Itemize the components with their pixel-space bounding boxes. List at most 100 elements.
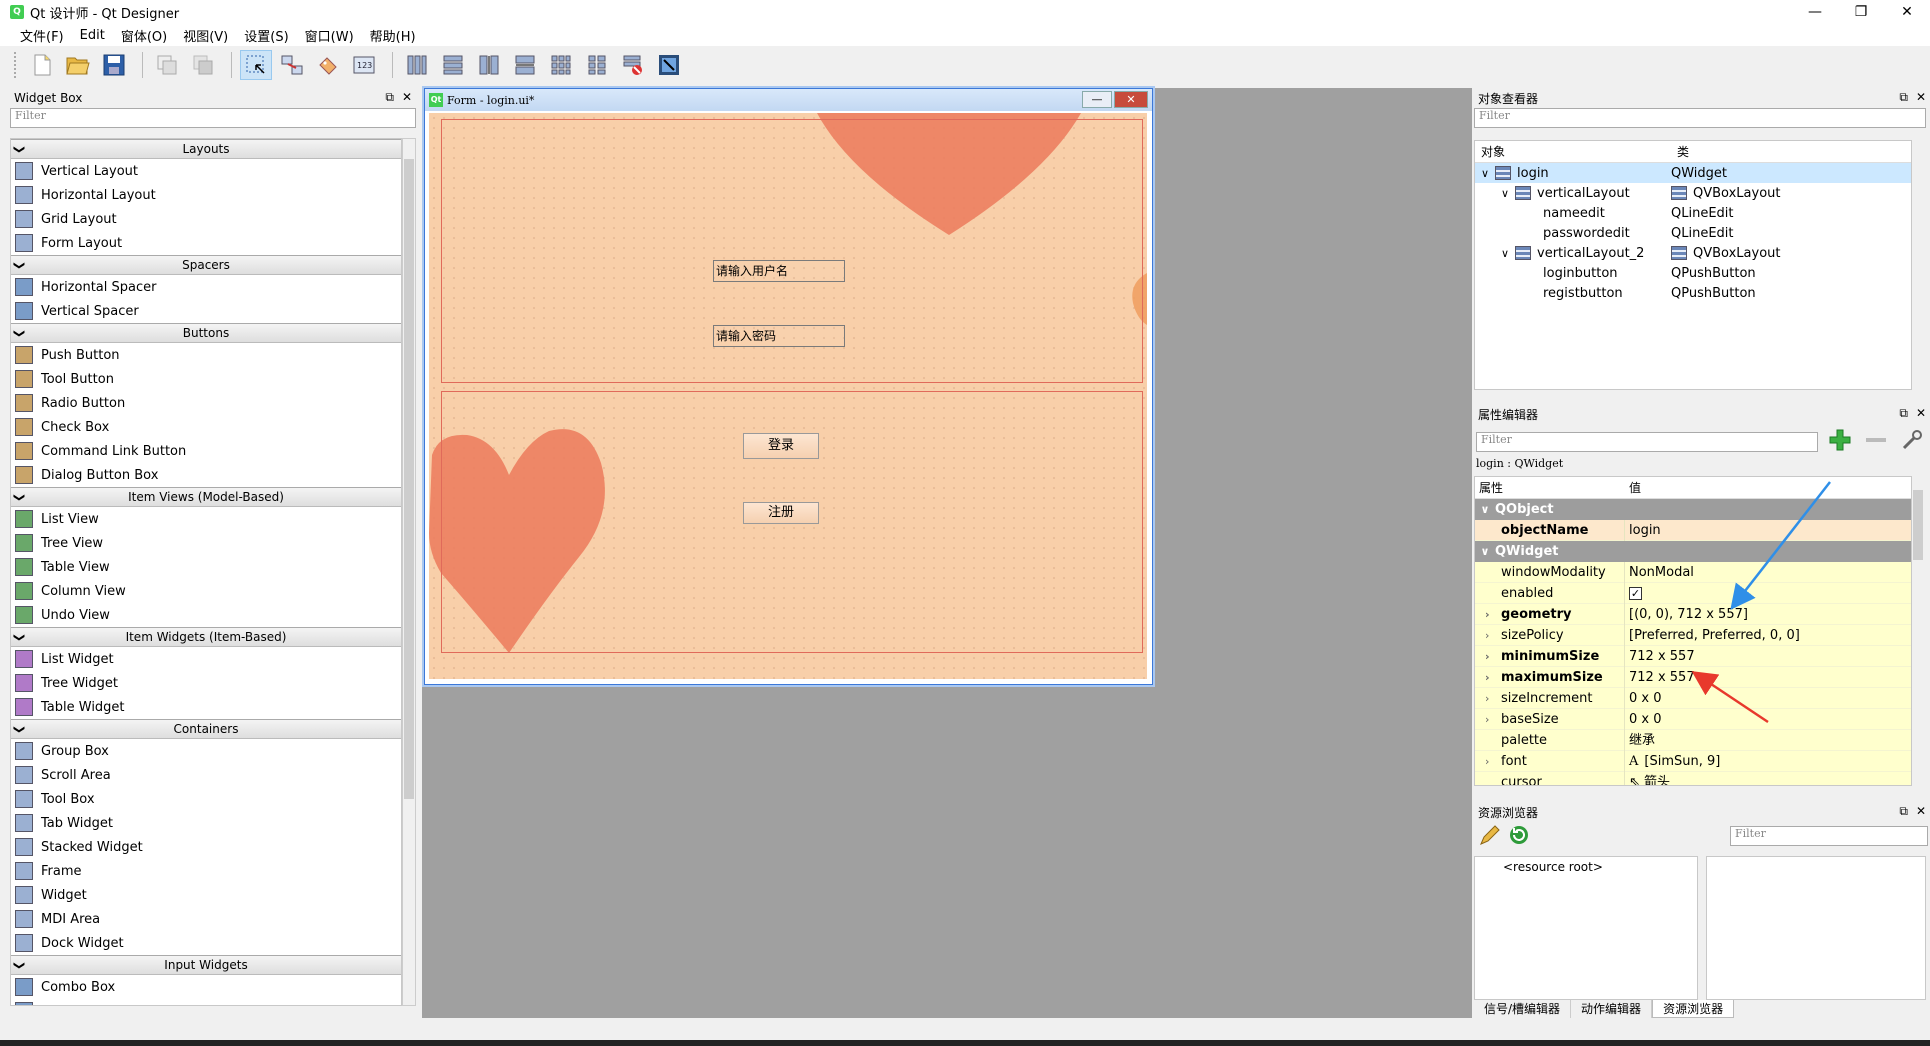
resource-filter[interactable]: Filter bbox=[1730, 826, 1928, 846]
widget-item[interactable]: Tree Widget bbox=[11, 671, 401, 695]
widget-item[interactable]: Push Button bbox=[11, 343, 401, 367]
close-icon[interactable]: ✕ bbox=[1916, 90, 1926, 105]
widget-item[interactable]: List View bbox=[11, 507, 401, 531]
form-close-button[interactable]: ✕ bbox=[1114, 91, 1148, 108]
layout-vertical-icon[interactable] bbox=[437, 50, 469, 80]
property-row[interactable]: › minimumSize 712 x 557 bbox=[1475, 645, 1911, 667]
copy-icon[interactable] bbox=[151, 50, 183, 80]
property-row[interactable]: enabled ✓ bbox=[1475, 582, 1911, 604]
username-lineedit[interactable]: 请输入用户名 bbox=[713, 260, 845, 282]
close-icon[interactable]: ✕ bbox=[1916, 804, 1926, 819]
widget-item[interactable]: Frame bbox=[11, 859, 401, 883]
edit-widgets-icon[interactable] bbox=[240, 50, 272, 80]
widget-category[interactable]: ❯ Containers bbox=[11, 719, 401, 739]
widget-item[interactable]: Vertical Spacer bbox=[11, 299, 401, 323]
tab-signal-slot-editor[interactable]: 信号/槽编辑器 bbox=[1474, 1000, 1572, 1018]
edit-signals-icon[interactable] bbox=[276, 50, 308, 80]
property-group[interactable]: ∨ QObject bbox=[1475, 499, 1911, 520]
layout-v-splitter-icon[interactable] bbox=[509, 50, 541, 80]
object-tree-scrollbar[interactable] bbox=[1912, 140, 1926, 390]
menu-window[interactable]: 窗口(W) bbox=[297, 26, 362, 45]
widget-category[interactable]: ❯ Spacers bbox=[11, 255, 401, 275]
chevron-right-icon[interactable]: › bbox=[1485, 709, 1489, 730]
open-file-icon[interactable] bbox=[62, 50, 94, 80]
widget-item[interactable]: Table View bbox=[11, 555, 401, 579]
minimize-button[interactable]: — bbox=[1792, 0, 1838, 24]
add-property-icon[interactable] bbox=[1828, 428, 1852, 456]
widget-box-scrollbar[interactable] bbox=[402, 138, 416, 1006]
chevron-right-icon[interactable]: › bbox=[1485, 604, 1490, 625]
widget-item[interactable]: Tab Widget bbox=[11, 811, 401, 835]
widget-item[interactable]: Vertical Layout bbox=[11, 159, 401, 183]
menu-help[interactable]: 帮助(H) bbox=[362, 26, 424, 45]
widget-item[interactable]: List Widget bbox=[11, 647, 401, 671]
property-row[interactable]: › sizeIncrement 0 x 0 bbox=[1475, 687, 1911, 709]
chevron-right-icon[interactable]: › bbox=[1485, 688, 1489, 709]
menu-file[interactable]: 文件(F) bbox=[12, 26, 72, 45]
paste-icon[interactable] bbox=[187, 50, 219, 80]
widget-category[interactable]: ❯ Buttons bbox=[11, 323, 401, 343]
object-tree-row[interactable]: loginbutton QPushButton bbox=[1475, 263, 1911, 283]
float-icon[interactable]: ⧉ bbox=[1899, 90, 1908, 105]
column-class[interactable]: 类 bbox=[1671, 141, 1689, 162]
property-group[interactable]: ∨ QWidget bbox=[1475, 541, 1911, 562]
register-button[interactable]: 注册 bbox=[743, 502, 819, 524]
object-tree-row[interactable]: ∨ verticalLayout_2 QVBoxLayout bbox=[1475, 243, 1911, 263]
widget-item[interactable]: Dialog Button Box bbox=[11, 463, 401, 487]
scrollbar-thumb[interactable] bbox=[1913, 490, 1923, 560]
widget-item[interactable]: Undo View bbox=[11, 603, 401, 627]
edit-tab-order-icon[interactable]: 123 bbox=[348, 50, 380, 80]
edit-resources-pencil-icon[interactable] bbox=[1478, 823, 1502, 851]
widget-item[interactable]: Stacked Widget bbox=[11, 835, 401, 859]
close-icon[interactable]: ✕ bbox=[1916, 406, 1926, 421]
property-row[interactable]: › baseSize 0 x 0 bbox=[1475, 708, 1911, 730]
widget-item[interactable]: Table Widget bbox=[11, 695, 401, 719]
widget-item[interactable]: Tool Button bbox=[11, 367, 401, 391]
layout-h-splitter-icon[interactable] bbox=[473, 50, 505, 80]
form-window[interactable]: Qt Form - login.ui* — ✕ 请输入用户名 请输入密码 登录 … bbox=[424, 88, 1153, 685]
float-icon[interactable]: ⧉ bbox=[1899, 804, 1908, 819]
tab-resource-browser[interactable]: 资源浏览器 bbox=[1652, 1000, 1735, 1018]
remove-property-icon[interactable] bbox=[1864, 428, 1888, 456]
object-inspector-filter[interactable]: Filter bbox=[1474, 108, 1926, 128]
widget-item[interactable]: Scroll Area bbox=[11, 763, 401, 787]
widget-item[interactable]: Combo Box bbox=[11, 975, 401, 999]
chevron-right-icon[interactable]: › bbox=[1485, 625, 1489, 646]
widget-item[interactable]: Group Box bbox=[11, 739, 401, 763]
menu-settings[interactable]: 设置(S) bbox=[236, 26, 296, 45]
menu-form[interactable]: 窗体(O) bbox=[113, 26, 175, 45]
widget-item[interactable]: Widget bbox=[11, 883, 401, 907]
property-row[interactable]: cursor ⇖ 箭头 bbox=[1475, 771, 1911, 785]
widget-item[interactable]: Command Link Button bbox=[11, 439, 401, 463]
scrollbar-thumb[interactable] bbox=[404, 159, 414, 799]
menu-view[interactable]: 视图(V) bbox=[175, 26, 236, 45]
widget-item[interactable]: MDI Area bbox=[11, 907, 401, 931]
object-tree-row[interactable]: ∨ login QWidget bbox=[1475, 163, 1911, 183]
menu-edit[interactable]: Edit bbox=[72, 28, 113, 43]
new-file-icon[interactable] bbox=[26, 50, 58, 80]
object-tree-row[interactable]: registbutton QPushButton bbox=[1475, 283, 1911, 303]
chevron-right-icon[interactable]: › bbox=[1485, 667, 1490, 688]
edit-buddies-icon[interactable] bbox=[312, 50, 344, 80]
property-row[interactable]: windowModality NonModal bbox=[1475, 561, 1911, 583]
property-row[interactable]: › sizePolicy [Preferred, Preferred, 0, 0] bbox=[1475, 624, 1911, 646]
property-row[interactable]: palette 继承 bbox=[1475, 729, 1911, 751]
layout-form-icon[interactable] bbox=[581, 50, 613, 80]
form-canvas[interactable]: 请输入用户名 请输入密码 登录 注册 bbox=[429, 113, 1147, 679]
expand-arrow-icon[interactable]: ∨ bbox=[1501, 187, 1515, 200]
break-layout-icon[interactable] bbox=[617, 50, 649, 80]
reload-icon[interactable] bbox=[1508, 824, 1530, 850]
layout-grid-icon[interactable] bbox=[545, 50, 577, 80]
close-icon[interactable]: ✕ bbox=[402, 90, 412, 105]
object-tree-row[interactable]: nameedit QLineEdit bbox=[1475, 203, 1911, 223]
layout-horizontal-icon[interactable] bbox=[401, 50, 433, 80]
property-row[interactable]: › geometry [(0, 0), 712 x 557] bbox=[1475, 603, 1911, 625]
widget-category[interactable]: ❯ Item Widgets (Item-Based) bbox=[11, 627, 401, 647]
close-button[interactable]: ✕ bbox=[1884, 0, 1930, 24]
float-icon[interactable]: ⧉ bbox=[385, 90, 394, 105]
maximize-button[interactable]: ❐ bbox=[1838, 0, 1884, 24]
widget-item[interactable]: Tool Box bbox=[11, 787, 401, 811]
adjust-size-icon[interactable] bbox=[653, 50, 685, 80]
widget-item[interactable]: Column View bbox=[11, 579, 401, 603]
widget-item[interactable]: Check Box bbox=[11, 415, 401, 439]
